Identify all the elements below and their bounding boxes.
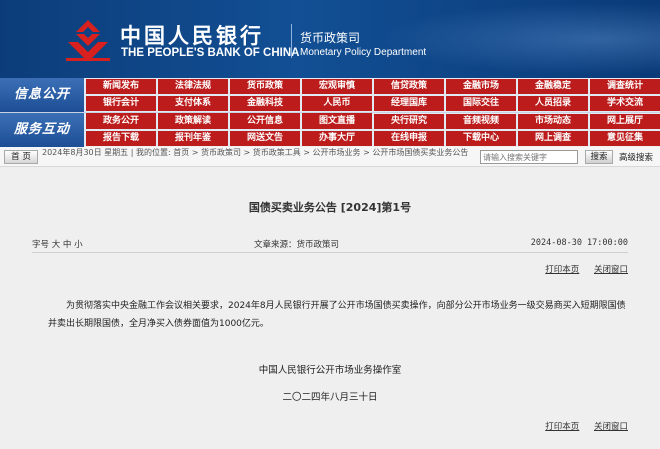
- publish-time: 2024-08-30 17:00:00: [530, 238, 628, 248]
- main-nav: 信息公开 新闻发布 法律法规 货币政策 宏观审慎 信贷政策 金融市场 金融稳定 调查统计银行会…: [0, 78, 660, 163]
- bank-name-en: THE PEOPLE'S BANK OF CHINA: [121, 47, 300, 59]
- print-link[interactable]: 打印本页: [545, 265, 579, 275]
- nav-item[interactable]: 意见征集: [590, 131, 660, 146]
- article-actions-bottom: 打印本页 关闭窗口: [533, 420, 628, 432]
- article-title: 国债买卖业务公告 [2024]第1号: [248, 201, 412, 214]
- nav-item[interactable]: 市场动态: [518, 114, 588, 129]
- nav-item[interactable]: 宏观审慎: [302, 79, 372, 94]
- site-header: 中国人民银行 THE PEOPLE'S BANK OF CHINA 货币政策司 …: [0, 0, 660, 78]
- nav-label-service: 服务互动: [0, 113, 84, 147]
- nav-item[interactable]: 支付体系: [158, 96, 228, 111]
- nav-item[interactable]: 银行会计: [86, 96, 156, 111]
- nav-item[interactable]: 经理国库: [374, 96, 444, 111]
- nav-item[interactable]: 央行研究: [374, 114, 444, 129]
- search-input[interactable]: [480, 150, 578, 164]
- home-button[interactable]: 首 页: [4, 150, 38, 164]
- nav-item[interactable]: 图文直播: [302, 114, 372, 129]
- article-body: 为贯彻落实中央金融工作会议相关要求，2024年8月人民银行开展了公开市场国债买卖…: [48, 301, 626, 329]
- font-size-switch[interactable]: 字号 大 中 小: [32, 238, 83, 250]
- search-button[interactable]: 搜索: [585, 150, 613, 164]
- nav-row-info: 信息公开 新闻发布 法律法规 货币政策 宏观审慎 信贷政策 金融市场 金融稳定 调查统计银行会…: [0, 78, 660, 128]
- pboc-logo-icon[interactable]: [62, 18, 114, 62]
- nav-item[interactable]: 网上展厅: [590, 114, 660, 129]
- nav-item[interactable]: 政策解读: [158, 114, 228, 129]
- dept-name-cn: 货币政策司: [300, 31, 361, 45]
- signature-org: 中国人民银行公开市场业务操作室: [258, 365, 402, 376]
- dept-name-en: Monetary Policy Department: [300, 47, 427, 58]
- advanced-search-link[interactable]: 高级搜索: [619, 151, 653, 163]
- nav-item[interactable]: 学术交流: [590, 96, 660, 111]
- nav-item[interactable]: 调查统计: [590, 79, 660, 94]
- header-decoration: [360, 0, 660, 78]
- nav-item[interactable]: 报刊年鉴: [158, 131, 228, 146]
- nav-item[interactable]: 政务公开: [86, 114, 156, 129]
- nav-item[interactable]: 信贷政策: [374, 79, 444, 94]
- nav-item[interactable]: 货币政策: [230, 79, 300, 94]
- close-window-link[interactable]: 关闭窗口: [594, 422, 628, 432]
- article-actions-top: 打印本页 关闭窗口: [533, 263, 628, 275]
- nav-item[interactable]: 报告下载: [86, 131, 156, 146]
- breadcrumb-bar: 首 页 2024年8月30日 星期五 | 我的位置: 首页 > 货币政策司 > …: [0, 147, 660, 167]
- nav-item[interactable]: 人员招录: [518, 96, 588, 111]
- nav-item[interactable]: 网上调查: [518, 131, 588, 146]
- close-window-link[interactable]: 关闭窗口: [594, 265, 628, 275]
- breadcrumb[interactable]: 2024年8月30日 星期五 | 我的位置: 首页 > 货币政策司 > 货币政策…: [42, 148, 476, 157]
- nav-item[interactable]: 网送文告: [230, 131, 300, 146]
- nav-item[interactable]: 金融科技: [230, 96, 300, 111]
- article-meta: 字号 大 中 小 文章来源：货币政策司 2024-08-30 17:00:00: [32, 237, 628, 251]
- nav-item[interactable]: 办事大厅: [302, 131, 372, 146]
- nav-item[interactable]: 公开信息: [230, 114, 300, 129]
- nav-item[interactable]: 法律法规: [158, 79, 228, 94]
- nav-label-info: 信息公开: [0, 78, 84, 112]
- article-source: 文章来源：货币政策司: [254, 240, 340, 250]
- header-divider: [291, 24, 292, 58]
- nav-row-service: 服务互动 政务公开 政策解读 公开信息 图文直播 央行研究 音频视频 市场动态 网上展厅报告下…: [0, 112, 660, 163]
- print-link[interactable]: 打印本页: [545, 422, 579, 432]
- nav-item[interactable]: 金融市场: [446, 79, 516, 94]
- signature-date: 二〇二四年八月三十日: [282, 392, 378, 403]
- nav-item[interactable]: 人民币: [302, 96, 372, 111]
- nav-item[interactable]: 新闻发布: [86, 79, 156, 94]
- nav-item[interactable]: 国际交往: [446, 96, 516, 111]
- meta-divider: [32, 252, 628, 253]
- nav-item[interactable]: 金融稳定: [518, 79, 588, 94]
- nav-item[interactable]: 下载中心: [446, 131, 516, 146]
- nav-item[interactable]: 音频视频: [446, 114, 516, 129]
- nav-item[interactable]: 在线申报: [374, 131, 444, 146]
- bank-name-cn: 中国人民银行: [120, 23, 264, 48]
